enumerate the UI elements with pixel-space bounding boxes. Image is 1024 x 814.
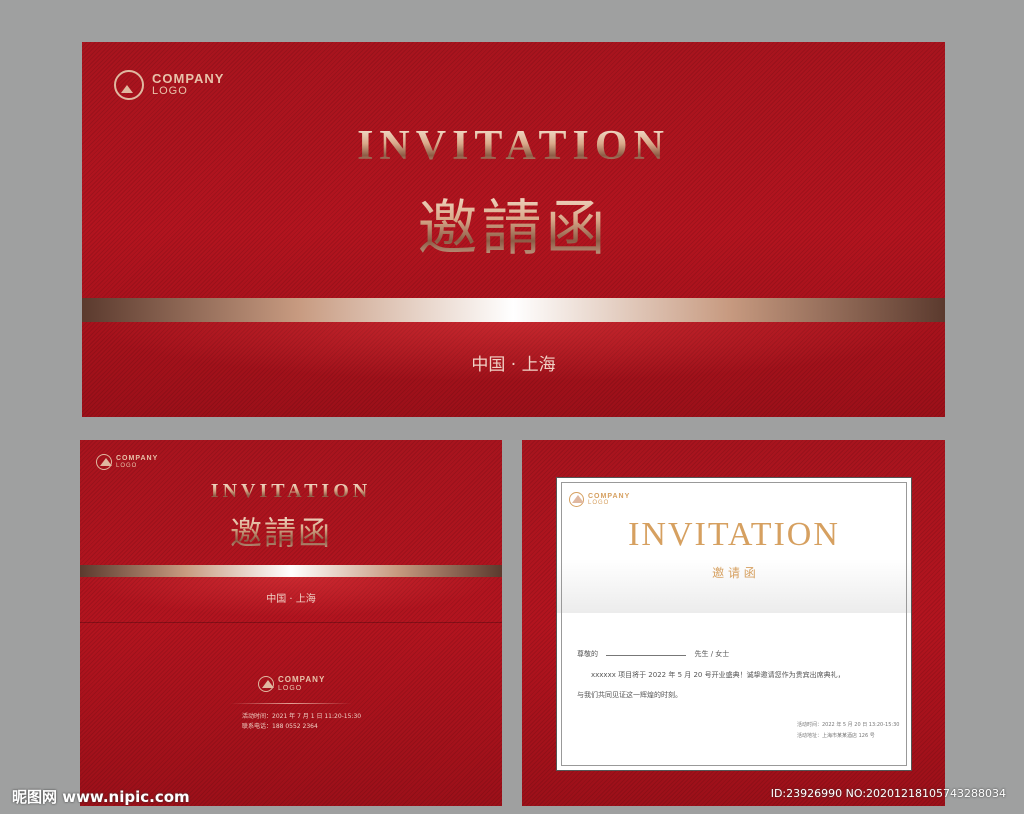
logo-line2: LOGO [152, 85, 188, 98]
invitation-cover-folded: COMPANY LOGO INVITATION 邀請函 中国 · 上海 COMP… [80, 440, 502, 806]
watermark-site: 昵图网 www.nipic.com [12, 788, 190, 806]
city-label: 中国 · 上海 [266, 594, 316, 605]
title-english: INVITATION [82, 122, 945, 170]
body-line-1: xxxxxx 项目将于 2022 年 5 月 20 号开业盛典！诚挚邀请您作为贵… [591, 671, 845, 679]
title-chinese: 邀請函 [82, 180, 945, 267]
metallic-band [82, 298, 945, 322]
footer-divider [230, 703, 352, 704]
guest-name-blank [606, 655, 687, 656]
event-time: 活动时间：2022 年 5 月 20 日 13:20-15:30 [797, 722, 900, 728]
event-time: 活动时间：2021 年 7 月 1 日 11:20-15:30 [242, 713, 362, 720]
logo-line1: COMPANY [116, 455, 159, 463]
city-label: 中国 · 上海 [471, 355, 556, 375]
letter-sheet: COMPANY LOGO INVITATION 邀 请 函 尊敬的 先生 / 女… [556, 477, 912, 771]
logo-line2: LOGO [116, 462, 138, 469]
invitation-cover-wide: COMPANY LOGO INVITATION 邀請函 中国 · 上海 [82, 42, 945, 417]
greeting-prefix: 尊敬的 [577, 650, 598, 658]
company-logo: COMPANY LOGO [96, 454, 158, 470]
title-english: INVITATION [80, 480, 502, 503]
company-logo: COMPANY LOGO [114, 70, 224, 100]
event-place: 活动地址：上海市某某酒店 126 号 [797, 733, 875, 739]
logo-line1: COMPANY [152, 71, 225, 87]
watermark-id: ID:23926990 NO:20201218105743288034 [770, 787, 1006, 800]
company-logo: COMPANY LOGO [569, 492, 630, 507]
title-chinese: 邀請函 [80, 508, 502, 554]
footer-company-logo: COMPANY LOGO [258, 675, 326, 692]
invitation-inner-page: COMPANY LOGO INVITATION 邀 请 函 尊敬的 先生 / 女… [522, 440, 945, 806]
fold-line [80, 622, 502, 623]
contact-phone: 联系电话：188 0552 2364 [242, 722, 318, 730]
title-english: INVITATION [628, 516, 840, 553]
event-info: 活动时间：2021 年 7 月 1 日 11:20-15:30 联系电话：188… [242, 712, 361, 731]
logo-icon [96, 454, 112, 470]
logo-line1: COMPANY [588, 492, 631, 500]
logo-icon [569, 492, 585, 507]
metallic-band [80, 565, 502, 577]
greeting-line: 尊敬的 先生 / 女士 [577, 649, 729, 659]
logo-line2: LOGO [278, 684, 303, 692]
logo-icon [258, 676, 274, 692]
logo-line2: LOGO [588, 500, 610, 507]
greeting-suffix: 先生 / 女士 [694, 650, 730, 658]
logo-line1: COMPANY [278, 675, 326, 685]
body-line-2: 与我们共同见证这一辉煌的时刻。 [577, 691, 682, 699]
title-chinese: 邀 请 函 [712, 566, 756, 580]
logo-icon [114, 70, 144, 100]
